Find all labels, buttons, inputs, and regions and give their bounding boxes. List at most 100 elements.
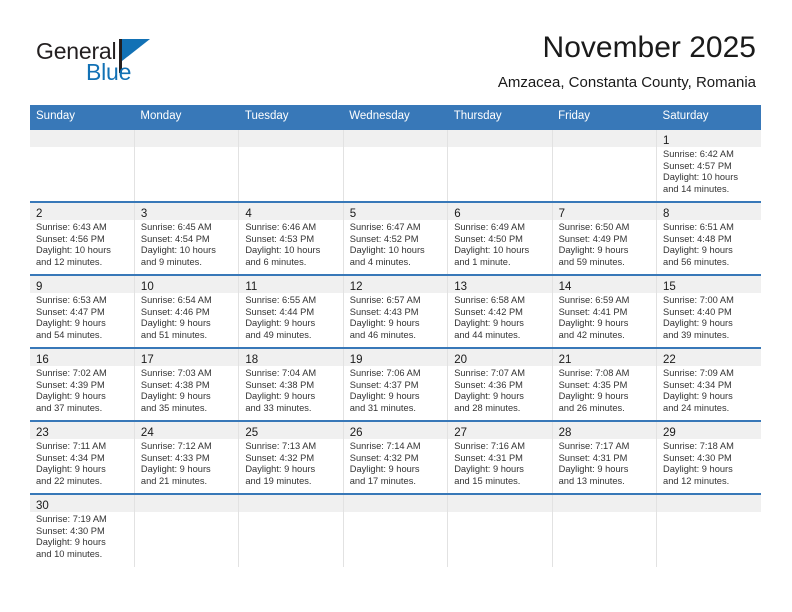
calendar-day-cell[interactable]: 20 Sunrise: 7:07 AM Sunset: 4:36 PM Dayligh…: [447, 347, 553, 421]
day-number: 11: [245, 281, 258, 293]
day-number: 4: [245, 208, 252, 220]
sunrise-text: Sunrise: 7:07 AM: [454, 368, 525, 378]
calendar-day-cell[interactable]: 6 Sunrise: 6:49 AM Sunset: 4:50 PM Daylight…: [447, 201, 553, 275]
daylight-text: Daylight: 9 hours: [558, 318, 629, 329]
day-cell-inner: 27 Sunrise: 7:16 AM Sunset: 4:31 PM Dayligh…: [448, 422, 552, 493]
sunrise-text: Sunrise: 6:42 AM: [663, 149, 734, 159]
sunrise-text: Sunrise: 7:16 AM: [454, 441, 525, 451]
day-cell-inner: 12 Sunrise: 6:57 AM Sunset: 4:43 PM Dayligh…: [343, 276, 448, 347]
day-sun-details: Sunrise: 7:04 AM Sunset: 4:38 PM Daylight:…: [239, 366, 342, 414]
calendar-day-cell[interactable]: 25 Sunrise: 7:13 AM Sunset: 4:32 PM Dayligh…: [238, 420, 344, 494]
daylight-text: and 4 minutes.: [349, 256, 411, 267]
calendar-day-cell[interactable]: 23 Sunrise: 7:11 AM Sunset: 4:34 PM Dayligh…: [30, 420, 135, 494]
calendar-day-cell[interactable]: 26 Sunrise: 7:14 AM Sunset: 4:32 PM Dayligh…: [343, 420, 449, 494]
calendar-day-cell[interactable]: 3 Sunrise: 6:45 AM Sunset: 4:54 PM Daylight…: [134, 201, 240, 275]
sunset-text: Sunset: 4:34 PM: [36, 452, 105, 463]
day-cell-inner: 3 Sunrise: 6:45 AM Sunset: 4:54 PM Daylight…: [134, 203, 239, 274]
day-number-band: 6: [448, 203, 552, 220]
day-number-band: 12: [343, 276, 448, 293]
sunset-text: Sunset: 4:31 PM: [454, 452, 523, 463]
daylight-text: and 51 minutes.: [140, 329, 208, 340]
day-cell-inner: 29 Sunrise: 7:18 AM Sunset: 4:30 PM Dayligh…: [657, 422, 761, 493]
day-number: 1: [663, 135, 670, 147]
daylight-text: and 54 minutes.: [36, 329, 103, 340]
day-number: 24: [140, 427, 154, 439]
calendar-day-cell[interactable]: 19 Sunrise: 7:06 AM Sunset: 4:37 PM Dayligh…: [343, 347, 449, 421]
day-cell-inner: [239, 130, 343, 201]
day-sun-details: Sunrise: 7:06 AM Sunset: 4:37 PM Daylight:…: [344, 366, 447, 414]
day-cell-inner: 10 Sunrise: 6:54 AM Sunset: 4:46 PM Dayligh…: [134, 276, 239, 347]
calendar-day-cell-empty: [447, 128, 553, 202]
sunrise-text: Sunrise: 6:46 AM: [245, 222, 317, 232]
calendar-day-cell[interactable]: 22 Sunrise: 7:09 AM Sunset: 4:34 PM Dayligh…: [656, 347, 761, 421]
day-cell-inner: 16 Sunrise: 7:02 AM Sunset: 4:39 PM Dayligh…: [30, 349, 134, 420]
calendar-day-cell-empty: [656, 493, 761, 567]
calendar-day-cell[interactable]: 17 Sunrise: 7:03 AM Sunset: 4:38 PM Dayligh…: [134, 347, 240, 421]
day-cell-inner: 19 Sunrise: 7:06 AM Sunset: 4:37 PM Dayligh…: [343, 349, 448, 420]
day-sun-details: Sunrise: 7:14 AM Sunset: 4:32 PM Daylight:…: [344, 439, 447, 487]
calendar-day-cell[interactable]: 30 Sunrise: 7:19 AM Sunset: 4:30 PM Dayligh…: [30, 493, 135, 567]
sunrise-text: Sunrise: 6:43 AM: [36, 222, 107, 232]
day-number-band: 8: [657, 203, 761, 220]
day-number-band: 25: [239, 422, 343, 439]
calendar-week-row: 23 Sunrise: 7:11 AM Sunset: 4:34 PM Dayligh…: [30, 420, 761, 494]
calendar-day-cell[interactable]: 4 Sunrise: 6:46 AM Sunset: 4:53 PM Daylight…: [238, 201, 344, 275]
calendar-day-cell[interactable]: 18 Sunrise: 7:04 AM Sunset: 4:38 PM Dayligh…: [238, 347, 344, 421]
weekday-header-sunday: Sunday: [30, 105, 135, 129]
calendar-day-cell[interactable]: 9 Sunrise: 6:53 AM Sunset: 4:47 PM Daylight…: [30, 274, 135, 348]
sunrise-text: Sunrise: 7:06 AM: [349, 368, 421, 378]
day-number: 8: [663, 208, 670, 220]
calendar-day-cell-empty: [447, 493, 553, 567]
daylight-text: Daylight: 9 hours: [140, 318, 211, 329]
calendar-day-cell[interactable]: 15 Sunrise: 7:00 AM Sunset: 4:40 PM Dayligh…: [656, 274, 761, 348]
calendar-day-cell-empty: [238, 128, 344, 202]
daylight-text: Daylight: 9 hours: [454, 391, 524, 402]
calendar-day-cell[interactable]: 21 Sunrise: 7:08 AM Sunset: 4:35 PM Dayligh…: [552, 347, 658, 421]
day-number-band: 29: [657, 422, 761, 439]
daylight-text: Daylight: 9 hours: [36, 318, 106, 329]
daylight-text: Daylight: 10 hours: [140, 245, 216, 256]
sunrise-text: Sunrise: 6:58 AM: [454, 295, 525, 305]
day-cell-inner: 14 Sunrise: 6:59 AM Sunset: 4:41 PM Dayligh…: [552, 276, 657, 347]
calendar-day-cell[interactable]: 5 Sunrise: 6:47 AM Sunset: 4:52 PM Daylight…: [343, 201, 449, 275]
calendar-day-cell[interactable]: 1 Sunrise: 6:42 AM Sunset: 4:57 PM Daylight…: [656, 128, 761, 202]
calendar-day-cell[interactable]: 12 Sunrise: 6:57 AM Sunset: 4:43 PM Dayligh…: [343, 274, 449, 348]
weekday-header-friday: Friday: [552, 105, 657, 129]
calendar-day-cell[interactable]: 29 Sunrise: 7:18 AM Sunset: 4:30 PM Dayligh…: [656, 420, 761, 494]
day-cell-inner: [552, 495, 657, 567]
day-sun-details: Sunrise: 7:02 AM Sunset: 4:39 PM Daylight:…: [30, 366, 134, 414]
day-number: 29: [663, 427, 676, 439]
calendar-day-cell[interactable]: 7 Sunrise: 6:50 AM Sunset: 4:49 PM Daylight…: [552, 201, 658, 275]
day-sun-details: Sunrise: 7:07 AM Sunset: 4:36 PM Daylight:…: [448, 366, 551, 414]
day-number: 9: [36, 281, 43, 293]
day-number-band: [134, 495, 239, 512]
calendar-day-cell[interactable]: 24 Sunrise: 7:12 AM Sunset: 4:33 PM Dayligh…: [134, 420, 240, 494]
sunrise-text: Sunrise: 6:51 AM: [663, 222, 734, 232]
daylight-text: and 49 minutes.: [245, 329, 312, 340]
calendar-day-cell[interactable]: 13 Sunrise: 6:58 AM Sunset: 4:42 PM Dayligh…: [447, 274, 553, 348]
day-number-band: [657, 495, 761, 512]
day-number: 26: [349, 427, 363, 439]
daylight-text: Daylight: 9 hours: [140, 391, 211, 402]
daylight-text: Daylight: 9 hours: [245, 464, 316, 475]
daylight-text: Daylight: 9 hours: [454, 318, 524, 329]
calendar-day-cell[interactable]: 8 Sunrise: 6:51 AM Sunset: 4:48 PM Daylight…: [656, 201, 761, 275]
calendar-day-cell[interactable]: 11 Sunrise: 6:55 AM Sunset: 4:44 PM Dayligh…: [238, 274, 344, 348]
day-number-band: 30: [30, 495, 134, 512]
daylight-text: Daylight: 9 hours: [36, 537, 106, 548]
day-number-band: [343, 130, 448, 147]
page-title: November 2025: [542, 31, 756, 64]
calendar-day-cell-empty: [134, 128, 240, 202]
day-number-band: 28: [552, 422, 657, 439]
day-number-band: 17: [134, 349, 239, 366]
sunrise-text: Sunrise: 7:09 AM: [663, 368, 734, 378]
day-cell-inner: 2 Sunrise: 6:43 AM Sunset: 4:56 PM Daylight…: [30, 203, 134, 274]
daylight-text: and 22 minutes.: [36, 475, 103, 486]
calendar-day-cell[interactable]: 2 Sunrise: 6:43 AM Sunset: 4:56 PM Daylight…: [30, 201, 135, 275]
calendar-day-cell[interactable]: 16 Sunrise: 7:02 AM Sunset: 4:39 PM Dayligh…: [30, 347, 135, 421]
calendar-day-cell[interactable]: 14 Sunrise: 6:59 AM Sunset: 4:41 PM Dayligh…: [552, 274, 658, 348]
calendar-day-cell[interactable]: 28 Sunrise: 7:17 AM Sunset: 4:31 PM Dayligh…: [552, 420, 658, 494]
calendar-day-cell[interactable]: 10 Sunrise: 6:54 AM Sunset: 4:46 PM Dayligh…: [134, 274, 240, 348]
day-cell-inner: 8 Sunrise: 6:51 AM Sunset: 4:48 PM Daylight…: [657, 203, 761, 274]
calendar-day-cell[interactable]: 27 Sunrise: 7:16 AM Sunset: 4:31 PM Dayligh…: [447, 420, 553, 494]
